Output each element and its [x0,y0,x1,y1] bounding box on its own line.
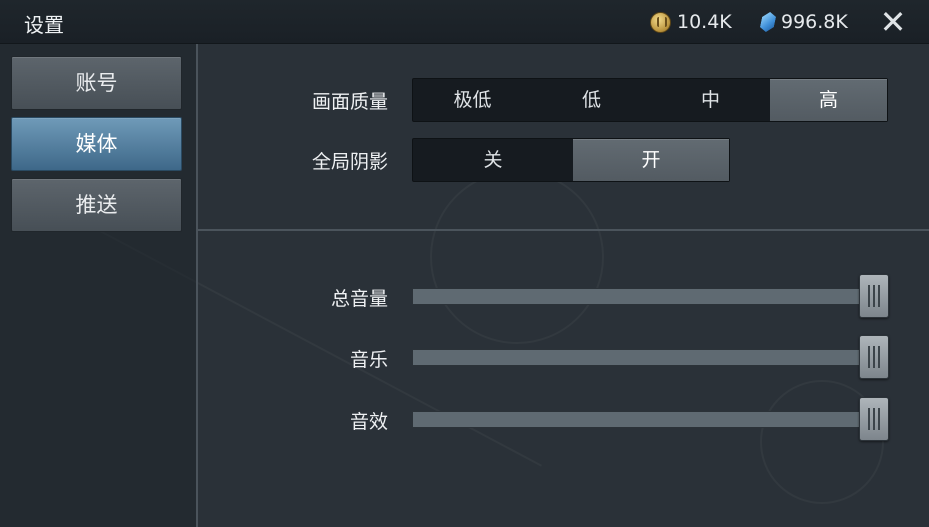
music-volume-fill [413,350,873,365]
sfx-volume-handle[interactable] [859,397,889,441]
quality-option-high[interactable]: 高 [770,79,887,121]
close-icon: ✕ [879,3,907,41]
shadow-option-on[interactable]: 开 [573,139,729,181]
top-bar: 设置 10.4K 996.8K ✕ [0,0,929,44]
gem-amount: 996.8K [781,11,848,33]
gold-amount: 10.4K [677,11,732,33]
shadow-toggle: 关 开 [412,138,730,182]
master-volume-slider[interactable] [412,274,889,318]
quality-option-low[interactable]: 低 [532,79,651,121]
tab-push[interactable]: 推送 [11,178,182,232]
master-volume-fill [413,289,873,304]
tab-account[interactable]: 账号 [11,56,182,110]
sfx-volume-label: 音效 [349,411,388,433]
sfx-volume-fill [413,412,873,427]
gem-resource: 996.8K [761,10,848,34]
music-volume-label: 音乐 [349,349,388,371]
close-button[interactable]: ✕ [875,4,911,40]
quality-label: 画面质量 [311,91,388,113]
music-volume-slider[interactable] [412,335,889,379]
shadow-label: 全局阴影 [311,151,388,173]
tab-media[interactable]: 媒体 [11,117,182,171]
music-volume-handle[interactable] [859,335,889,379]
page-title: 设置 [24,13,64,37]
settings-sidebar: 账号 媒体 推送 [0,44,198,527]
master-volume-handle[interactable] [859,274,889,318]
master-volume-label: 总音量 [330,288,388,310]
quality-selector: 极低 低 中 高 [412,78,888,122]
quality-option-medium[interactable]: 中 [651,79,770,121]
gem-icon [759,12,777,32]
quality-option-very-low[interactable]: 极低 [413,79,532,121]
gold-resource: 10.4K [650,10,732,34]
sfx-volume-slider[interactable] [412,397,889,441]
shadow-option-off[interactable]: 关 [413,139,573,181]
gold-coin-icon [650,11,671,33]
section-divider [197,229,929,231]
